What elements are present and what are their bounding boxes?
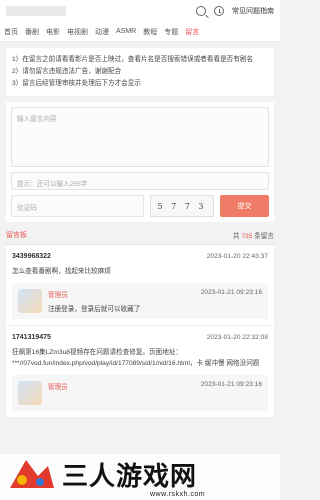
- nav-item-movies[interactable]: 电影: [46, 27, 60, 37]
- notice-line: 3）留言后经管理审核并处理后下方才会显示: [12, 80, 141, 87]
- nav-item-asmr[interactable]: ASMR: [116, 28, 136, 35]
- notice-line: 1）在留言之前请看看影片是否上映过，查看片名是否搜索错误或者看看是否有剧名: [12, 56, 254, 63]
- message-content-input[interactable]: 输入留言内容: [11, 107, 269, 167]
- admin-avatar: [18, 381, 42, 405]
- admin-reply: 管理员 2023-01-21 09:23:16: [12, 375, 268, 411]
- message-item: 3439968322 2023-01-20 22:43:37 怎么查看番剧啊，找…: [6, 245, 274, 325]
- message-user: 3439968322: [12, 253, 51, 260]
- guestbook-notice: 1）在留言之前请看看影片是否上映过，查看片名是否搜索错误或者看看是否有剧名 2）…: [6, 48, 274, 96]
- nav-item-tutorials[interactable]: 教程: [143, 27, 157, 37]
- nav-item-guestbook[interactable]: 留言: [185, 27, 199, 37]
- reply-header: 管理员 2023-01-21 09:23:16: [48, 289, 262, 299]
- reply-user: 管理员: [48, 384, 68, 391]
- captcha-input[interactable]: 验证码: [11, 195, 144, 217]
- message-header: 1741319475 2023-01-20 22:32:08: [12, 334, 268, 341]
- nav-item-anime-series[interactable]: 番剧: [25, 27, 39, 37]
- message-count: 共 735 条留言: [232, 233, 274, 240]
- submit-button[interactable]: 提交: [220, 195, 269, 217]
- nav-item-tv[interactable]: 电视剧: [67, 27, 88, 37]
- watermark-logo-icon: [10, 460, 54, 488]
- top-bar: 常见问题指南: [0, 0, 280, 22]
- verify-row: 验证码 5 7 7 3 提交: [11, 195, 269, 217]
- site-logo[interactable]: [6, 6, 66, 16]
- history-icon[interactable]: [214, 6, 224, 16]
- top-bar-actions: 常见问题指南: [196, 6, 274, 16]
- admin-avatar: [18, 289, 42, 313]
- admin-reply: 管理员 2023-01-21 09:23:16 注册登录，登录后就可以收藏了: [12, 283, 268, 319]
- nav-item-topics[interactable]: 专题: [164, 27, 178, 37]
- site-watermark: 三人游戏网 www.rskxh.com: [0, 454, 280, 500]
- message-text: 怎么查看番剧啊，找起来比较麻烦: [12, 268, 111, 275]
- reply-user: 管理员: [48, 292, 68, 299]
- message-time: 2023-01-20 22:32:08: [206, 334, 268, 341]
- watermark-text: 三人游戏网: [62, 462, 198, 492]
- category-nav: 首页 番剧 电影 电视剧 动漫 ASMR 教程 专题 留言: [0, 22, 280, 42]
- captcha-image[interactable]: 5 7 7 3: [150, 195, 214, 217]
- nav-item-home[interactable]: 首页: [4, 27, 18, 37]
- watermark-url: www.rskxh.com: [150, 491, 206, 498]
- reply-text: 注册登录，登录后就可以收藏了: [48, 306, 141, 313]
- char-limit-hint: 提示：还可以输入255字: [11, 172, 269, 190]
- board-title: 留言板: [6, 232, 27, 239]
- message-time: 2023-01-20 22:43:37: [206, 253, 268, 260]
- reply-time: 2023-01-21 09:23:16: [200, 289, 262, 296]
- help-link[interactable]: 常见问题指南: [232, 6, 274, 16]
- message-form: 输入留言内容 提示：还可以输入255字 验证码 5 7 7 3 提交: [6, 102, 274, 222]
- reply-time: 2023-01-21 09:23:16: [200, 381, 262, 388]
- message-count-number: 735: [241, 233, 253, 240]
- reply-header: 管理员 2023-01-21 09:23:16: [48, 381, 262, 391]
- reply-body: 管理员 2023-01-21 09:23:16: [48, 381, 262, 405]
- message-user: 1741319475: [12, 334, 51, 341]
- notice-line: 2）请勿留言违规违法广告，谢谢配合: [12, 68, 122, 75]
- board-header: 留言板 共 735 条留言: [6, 230, 274, 245]
- reply-body: 管理员 2023-01-21 09:23:16 注册登录，登录后就可以收藏了: [48, 289, 262, 313]
- nav-item-animation[interactable]: 动漫: [95, 27, 109, 37]
- message-header: 3439968322 2023-01-20 22:43:37: [12, 253, 268, 260]
- search-icon[interactable]: [196, 6, 206, 16]
- message-item: 1741319475 2023-01-20 22:32:08 狂飙第16集LZm…: [6, 325, 274, 417]
- message-text: 狂飙第16集LZm3u8视频存在问题请检查修复。页面地址：***//07vod.…: [12, 349, 260, 367]
